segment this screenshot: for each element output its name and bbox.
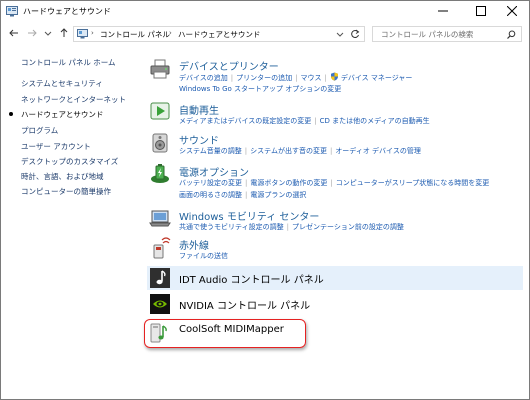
link-separator: | [324,74,327,82]
address-dropdown-icon[interactable] [336,30,344,38]
minimize-icon [438,10,448,12]
navigation-bar: › コントロール パネル › ハードウェアとサウンド コントロール パネルの検索 [1,23,529,45]
sound-links: システム音量の調整 | システムが出す音の変更 | オーディオ デバイスの管理 [179,146,421,156]
sidebar-item-hardware-and-sound[interactable]: ハードウェアとサウンド [21,109,103,120]
link-add-device[interactable]: デバイスの追加 [179,74,228,82]
link-common-mobility-settings[interactable]: 共通で使うモビリティ設定の調整 [179,223,284,231]
link-sleep-time[interactable]: コンピューターがスリープ状態になる時間を変更 [336,179,490,187]
infrared-links: ファイルの送信 [179,251,228,261]
infrared-heading[interactable]: 赤外線 [179,237,209,252]
link-cd-autoplay[interactable]: CD または他のメディアの自動再生 [320,117,430,125]
search-icon [507,30,516,39]
breadcrumb-control-panel[interactable]: コントロール パネル [100,29,170,40]
address-bar[interactable]: › コントロール パネル › ハードウェアとサウンド [73,26,365,42]
back-button[interactable] [7,26,21,40]
sidebar-item-clock-language-region[interactable]: 時計、言語、および地域 [21,171,104,182]
control-panel-location-icon [77,29,88,39]
close-icon [507,6,517,16]
control-panel-app-icon [6,6,18,17]
printer-icon [150,59,170,79]
sidebar-item-programs[interactable]: プログラム [21,125,58,136]
link-presentation-settings[interactable]: プレゼンテーション前の設定の調整 [292,223,404,231]
idt-audio-title[interactable]: IDT Audio コントロール パネル [179,271,324,286]
forward-button[interactable] [25,26,39,40]
link-mouse[interactable]: マウス [301,74,322,82]
link-change-system-sounds[interactable]: システムが出す音の変更 [250,147,327,155]
current-page-bullet [9,112,13,116]
link-adjust-brightness[interactable]: 画面の明るさの調整 [179,191,242,199]
link-power-button-behavior[interactable]: 電源ボタンの動作の変更 [250,179,327,187]
sidebar-item-control-panel-home[interactable]: コントロール パネル ホーム [21,57,116,68]
nvidia-title[interactable]: NVIDIA コントロール パネル [179,297,310,312]
sidebar-item-ease-of-access[interactable]: コンピューターの簡単操作 [21,186,111,197]
title-bar: ハードウェアとサウンド [1,1,529,23]
power-options-icon [151,164,169,183]
link-separator: | [295,74,298,82]
sound-heading[interactable]: サウンド [179,132,219,147]
breadcrumb-separator: › [91,29,94,37]
link-add-printer[interactable]: プリンターの追加 [236,74,292,82]
power-options-heading[interactable]: 電源オプション [179,164,249,179]
link-separator: | [245,179,248,187]
recent-locations-button[interactable] [41,26,55,40]
mobility-center-links: 共通で使うモビリティ設定の調整 | プレゼンテーション前の設定の調整 [179,222,404,232]
highlight-annotation-box [144,319,306,348]
link-manage-audio-devices[interactable]: オーディオ デバイスの管理 [335,147,421,155]
sidebar-item-desktop-customization[interactable]: デスクトップのカスタマイズ [21,156,118,167]
back-arrow-icon [9,29,18,37]
link-separator: | [314,117,317,125]
link-change-default-media-settings[interactable]: メディアまたはデバイスの既定設定の変更 [179,117,311,125]
link-choose-power-plan[interactable]: 電源プランの選択 [250,191,306,199]
link-separator: | [286,223,289,231]
autoplay-icon [150,102,170,120]
breadcrumb-separator: › [169,29,172,37]
autoplay-links: メディアまたはデバイスの既定設定の変更 | CD または他のメディアの自動再生 [179,116,430,126]
idt-audio-icon [150,268,170,288]
link-adjust-system-volume[interactable]: システム音量の調整 [179,147,242,155]
refresh-icon[interactable] [350,29,360,39]
link-send-file[interactable]: ファイルの送信 [179,252,228,260]
speaker-icon [152,133,168,153]
sidebar-item-user-accounts[interactable]: ユーザー アカウント [21,141,91,152]
autoplay-heading[interactable]: 自動再生 [179,102,219,117]
search-input[interactable]: コントロール パネルの検索 [372,26,522,42]
devices-and-printers-links: デバイスの追加 | プリンターの追加 | マウス | デバイス マネージャー [179,72,412,83]
up-arrow-icon [60,28,68,37]
link-separator: | [230,74,234,82]
link-device-manager[interactable]: デバイス マネージャー [341,74,413,82]
devices-and-printers-heading[interactable]: デバイスとプリンター [179,58,279,73]
power-options-links: バッテリ設定の変更 | 電源ボタンの動作の変更 | コンピューターがスリープ状態になる時… [179,178,489,188]
breadcrumb-hardware-and-sound[interactable]: ハードウェアとサウンド [178,29,260,40]
power-options-links-2: 画面の明るさの調整 | 電源プランの選択 [179,190,306,200]
link-windows-to-go[interactable]: Windows To Go スタートアップ オプションの変更 [179,85,341,93]
sidebar-item-network-and-internet[interactable]: ネットワークとインターネット [21,94,126,105]
link-separator: | [245,191,248,199]
uac-shield-icon [330,72,338,81]
maximize-icon [476,6,486,16]
link-separator: | [329,147,333,155]
up-button[interactable] [57,26,71,40]
infrared-icon [153,237,171,259]
maximize-button[interactable] [464,1,498,21]
mobility-center-heading[interactable]: Windows モビリティ センター [179,208,319,223]
mobility-center-icon [149,210,171,227]
chevron-down-icon [44,31,52,36]
forward-arrow-icon [28,29,37,37]
devices-and-printers-links-2: Windows To Go スタートアップ オプションの変更 [179,84,341,94]
control-panel-window: ハードウェアとサウンド › コントロール パネル › ハードウェアとサウンド コ… [0,0,530,400]
link-battery-settings[interactable]: バッテリ設定の変更 [179,179,242,187]
sidebar-item-system-and-security[interactable]: システムとセキュリティ [21,78,103,89]
link-separator: | [244,147,248,155]
window-title: ハードウェアとサウンド [23,7,111,16]
nvidia-icon [150,294,170,314]
close-button[interactable] [495,1,529,21]
minimize-button[interactable] [426,1,460,21]
link-separator: | [330,179,333,187]
search-placeholder: コントロール パネルの検索 [381,30,474,39]
